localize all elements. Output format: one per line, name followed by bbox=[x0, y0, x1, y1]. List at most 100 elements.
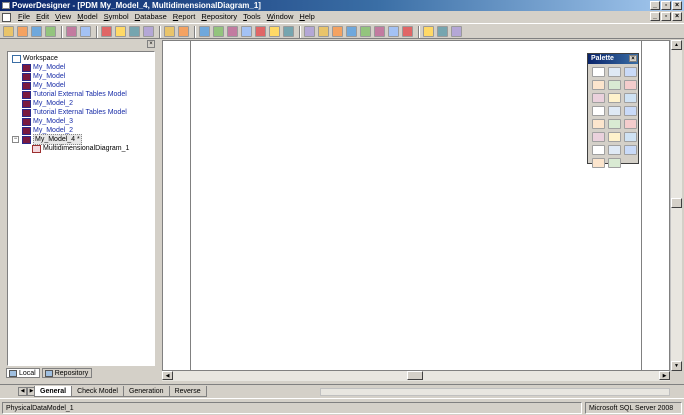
polygon-icon[interactable] bbox=[608, 158, 621, 168]
palette-title-bar[interactable]: Palette × bbox=[588, 54, 638, 64]
menu-symbol[interactable]: Symbol bbox=[101, 11, 132, 23]
palette-close-icon[interactable]: × bbox=[629, 55, 637, 62]
properties-icon[interactable] bbox=[199, 26, 210, 37]
open-diagram-icon[interactable] bbox=[608, 80, 621, 90]
rectangle-icon[interactable] bbox=[592, 145, 605, 155]
reverse-icon[interactable] bbox=[255, 26, 266, 37]
cube-icon[interactable] bbox=[624, 93, 637, 103]
association-icon[interactable] bbox=[608, 106, 621, 116]
tab-reverse[interactable]: Reverse bbox=[168, 386, 207, 397]
scroll-down-button[interactable]: ▼ bbox=[671, 361, 682, 371]
merge-icon[interactable] bbox=[283, 26, 294, 37]
grabber-tool-icon[interactable] bbox=[608, 67, 621, 77]
menu-view[interactable]: View bbox=[52, 11, 74, 23]
arrow-icon[interactable] bbox=[360, 26, 371, 37]
text-icon[interactable] bbox=[318, 26, 329, 37]
redo-icon[interactable] bbox=[178, 26, 189, 37]
layout-icon[interactable] bbox=[402, 26, 413, 37]
properties-tool-icon[interactable] bbox=[624, 80, 637, 90]
print-preview-icon[interactable] bbox=[66, 26, 77, 37]
title-box-icon[interactable] bbox=[592, 132, 605, 142]
dimension-icon[interactable] bbox=[592, 106, 605, 116]
delete-tool-icon[interactable] bbox=[592, 93, 605, 103]
tree-item-model[interactable]: My_Model bbox=[22, 81, 65, 90]
tree-item-workspace[interactable]: Workspace bbox=[12, 54, 58, 63]
scroll-right-button[interactable]: ▶ bbox=[659, 371, 670, 380]
restore-button[interactable]: ▫ bbox=[661, 1, 671, 10]
minimize-button[interactable]: _ bbox=[650, 1, 660, 10]
output-scrollbar[interactable] bbox=[320, 388, 670, 396]
menu-help[interactable]: Help bbox=[296, 11, 317, 23]
open-icon[interactable] bbox=[17, 26, 28, 37]
tree-item-diagram[interactable]: MultidimensionalDiagram_1 bbox=[32, 144, 129, 153]
ellipse-icon[interactable] bbox=[608, 145, 621, 155]
tab-check-model[interactable]: Check Model bbox=[71, 386, 124, 397]
link-icon[interactable] bbox=[608, 119, 621, 129]
tab-generation[interactable]: Generation bbox=[122, 386, 170, 397]
menu-database[interactable]: Database bbox=[132, 11, 170, 23]
zoom-out-icon[interactable] bbox=[592, 80, 605, 90]
menu-report[interactable]: Report bbox=[170, 11, 199, 23]
collapse-icon[interactable]: − bbox=[12, 136, 19, 143]
zoom-icon[interactable] bbox=[213, 26, 224, 37]
tree-item-model[interactable]: My_Model_4 * bbox=[22, 134, 82, 145]
line-icon[interactable] bbox=[608, 132, 621, 142]
tree-item-model[interactable]: My_Model_3 bbox=[22, 117, 73, 126]
copy-icon[interactable] bbox=[115, 26, 126, 37]
browser-close-icon[interactable]: × bbox=[147, 40, 155, 48]
scroll-up-button[interactable]: ▲ bbox=[671, 40, 682, 50]
note-icon[interactable] bbox=[592, 119, 605, 129]
compare-icon[interactable] bbox=[269, 26, 280, 37]
vertical-scrollbar[interactable]: ▲ ▼ bbox=[670, 40, 682, 371]
tree-item-model[interactable]: My_Model_2 bbox=[22, 99, 73, 108]
attribute-icon[interactable] bbox=[624, 106, 637, 116]
delete-icon[interactable] bbox=[143, 26, 154, 37]
undo-icon[interactable] bbox=[164, 26, 175, 37]
scroll-left-button[interactable]: ◀ bbox=[162, 371, 173, 380]
arc-icon[interactable] bbox=[624, 132, 637, 142]
view-browser-icon[interactable] bbox=[423, 26, 434, 37]
color-icon[interactable] bbox=[332, 26, 343, 37]
rounded-rectangle-icon[interactable] bbox=[624, 145, 637, 155]
save-all-icon[interactable] bbox=[45, 26, 56, 37]
pointer-tool-icon[interactable] bbox=[592, 67, 605, 77]
tree-item-model[interactable]: Tutorial External Tables Model bbox=[22, 90, 127, 99]
menu-file[interactable]: File bbox=[15, 11, 33, 23]
view-palette-icon[interactable] bbox=[451, 26, 462, 37]
format-icon[interactable] bbox=[304, 26, 315, 37]
paste-icon[interactable] bbox=[129, 26, 140, 37]
line-style-icon[interactable] bbox=[346, 26, 357, 37]
horizontal-scrollbar[interactable]: ◀ ▶ bbox=[162, 371, 670, 381]
tree-item-model[interactable]: Tutorial External Tables Model bbox=[22, 108, 127, 117]
mdi-restore-button[interactable]: ▫ bbox=[661, 12, 671, 21]
horizontal-scroll-thumb[interactable] bbox=[407, 371, 423, 380]
view-output-icon[interactable] bbox=[437, 26, 448, 37]
document-icon[interactable] bbox=[2, 12, 11, 22]
vertical-scroll-thumb[interactable] bbox=[671, 198, 682, 208]
tab-general[interactable]: General bbox=[34, 386, 73, 397]
tree-item-model[interactable]: My_Model bbox=[22, 72, 65, 81]
tab-repository[interactable]: Repository bbox=[41, 368, 93, 378]
free-text-icon[interactable] bbox=[624, 119, 637, 129]
grid-icon[interactable] bbox=[388, 26, 399, 37]
tree-item-model[interactable]: My_Model bbox=[22, 63, 65, 72]
output-prev-icon[interactable]: ◀ bbox=[18, 387, 27, 396]
tab-local[interactable]: Local bbox=[6, 368, 40, 378]
align-icon[interactable] bbox=[374, 26, 385, 37]
zoom-in-icon[interactable] bbox=[624, 67, 637, 77]
browser-tree[interactable]: Workspace My_Model My_Model My_Model Tutoria… bbox=[7, 51, 155, 366]
mdi-minimize-button[interactable]: _ bbox=[650, 12, 660, 21]
package-icon[interactable] bbox=[608, 93, 621, 103]
menu-tools[interactable]: Tools bbox=[240, 11, 264, 23]
menu-window[interactable]: Window bbox=[264, 11, 297, 23]
new-icon[interactable] bbox=[3, 26, 14, 37]
menu-model[interactable]: Model bbox=[74, 11, 100, 23]
generate-icon[interactable] bbox=[241, 26, 252, 37]
menu-repository[interactable]: Repository bbox=[198, 11, 240, 23]
mdi-close-button[interactable]: × bbox=[672, 12, 682, 21]
polyline-icon[interactable] bbox=[592, 158, 605, 168]
check-model-icon[interactable] bbox=[227, 26, 238, 37]
print-icon[interactable] bbox=[80, 26, 91, 37]
close-button[interactable]: × bbox=[672, 1, 682, 10]
cut-icon[interactable] bbox=[101, 26, 112, 37]
